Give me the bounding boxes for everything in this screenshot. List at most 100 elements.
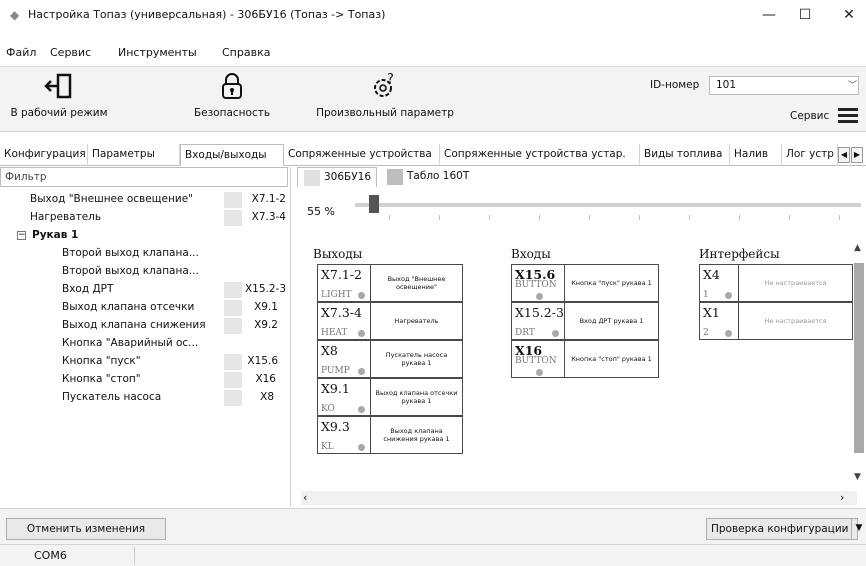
slider-tick bbox=[439, 215, 440, 220]
interface-card[interactable]: X1 2 Не настраивается bbox=[699, 302, 853, 340]
check-config-button[interactable]: Проверка конфигурации bbox=[706, 518, 858, 540]
close-button[interactable]: ✕ bbox=[838, 4, 860, 26]
status-dot bbox=[536, 293, 543, 300]
input-card[interactable]: X15.2-3 DRT Вход ДРТ рукава 1 bbox=[511, 302, 659, 340]
hamburger-menu-icon[interactable] bbox=[838, 108, 858, 126]
tree-item[interactable]: Выход "Внешнее освещение" X7.1-2 bbox=[0, 191, 288, 209]
tree-item-swatch bbox=[224, 282, 242, 298]
status-bar: COM6 bbox=[0, 544, 866, 566]
tab-inputs-outputs[interactable]: Входы/выходы bbox=[180, 144, 284, 166]
tree-item[interactable]: Нагреватель X7.3-4 bbox=[0, 209, 288, 227]
tree-group-label: Рукав 1 bbox=[32, 229, 79, 241]
com-port-status: COM6 bbox=[34, 549, 67, 562]
pin-function: BUTTON bbox=[515, 280, 557, 290]
tree-item[interactable]: Выход клапана отсечки X9.1 bbox=[0, 299, 288, 317]
gear-question-icon: ? bbox=[374, 72, 394, 97]
tab-filling[interactable]: Налив bbox=[730, 144, 782, 166]
status-dot bbox=[358, 368, 365, 375]
window-title: Настройка Топаз (универсальная) - 306БУ1… bbox=[28, 8, 386, 21]
tree-item[interactable]: Второй выход клапана... bbox=[0, 263, 288, 281]
status-divider bbox=[134, 547, 135, 565]
status-dot bbox=[536, 369, 543, 376]
tab-board-306bu16-label: 306БУ16 bbox=[324, 171, 372, 183]
slider-tick bbox=[689, 215, 690, 220]
filter-input[interactable]: Фильтр bbox=[0, 167, 288, 187]
output-card[interactable]: X9.1 KO Выход клапана отсечки рукава 1 bbox=[317, 378, 463, 416]
tree-item[interactable]: Пускатель насоса X8 bbox=[0, 389, 288, 407]
id-number-label: ID-номер bbox=[650, 79, 700, 91]
slider-tick bbox=[639, 215, 640, 220]
io-tree-panel: Фильтр Выход "Внешнее освещение" X7.1-2 … bbox=[0, 167, 288, 507]
menu-bar: Файл Сервис Инструменты Справка bbox=[0, 46, 866, 64]
pin-description: Пускатель насоса рукава 1 bbox=[385, 350, 448, 367]
tab-board-display-160t-label: Табло 160Т bbox=[407, 170, 470, 182]
zoom-slider-thumb[interactable] bbox=[369, 195, 379, 213]
scroll-up-icon[interactable]: ▲ bbox=[854, 243, 861, 253]
collapse-icon[interactable]: − bbox=[17, 231, 26, 240]
pin-description: Вход ДРТ рукава 1 bbox=[579, 316, 644, 325]
tab-configuration[interactable]: Конфигурация bbox=[0, 144, 88, 166]
tree-item[interactable]: Кнопка "Аварийный ос... bbox=[0, 335, 288, 353]
tab-paired-devices-legacy[interactable]: Сопряженные устройства устар. bbox=[440, 144, 640, 166]
tab-scroll-right-icon[interactable]: ▶ bbox=[851, 147, 863, 163]
slider-tick bbox=[739, 215, 740, 220]
scroll-down-icon[interactable]: ▼ bbox=[854, 472, 861, 482]
tree-item[interactable]: Вход ДРТ X15.2-3 bbox=[0, 281, 288, 299]
output-card[interactable]: X9.3 KL Выход клапана снижения рукава 1 bbox=[317, 416, 463, 454]
menu-tools[interactable]: Инструменты bbox=[118, 46, 197, 59]
tree-item-swatch bbox=[224, 390, 242, 406]
tab-fuel-types[interactable]: Виды топлива bbox=[640, 144, 730, 166]
id-number-select[interactable]: 101 bbox=[709, 76, 859, 95]
tree-item-label: Кнопка "Аварийный ос... bbox=[62, 337, 199, 349]
pin-code: X1 bbox=[703, 305, 720, 320]
tree-item[interactable]: Кнопка "пуск" X15.6 bbox=[0, 353, 288, 371]
interface-card[interactable]: X4 1 Не настраивается bbox=[699, 264, 853, 302]
tab-board-display-160t[interactable]: Табло 160Т bbox=[381, 167, 483, 187]
minimize-button[interactable]: — bbox=[758, 4, 780, 26]
menu-file[interactable]: Файл bbox=[6, 46, 36, 59]
tree-item[interactable]: Выход клапана снижения X9.2 bbox=[0, 317, 288, 335]
input-card[interactable]: X15.6 BUTTON Кнопка "пуск" рукава 1 bbox=[511, 264, 659, 302]
pin-code: X8 bbox=[321, 343, 338, 358]
tree-item-swatch bbox=[224, 210, 242, 226]
action-bar: Отменить изменения Проверка конфигурации… bbox=[0, 508, 866, 544]
tree-item[interactable]: Второй выход клапана... bbox=[0, 245, 288, 263]
input-card[interactable]: X16 BUTTON Кнопка "стоп" рукава 1 bbox=[511, 340, 659, 378]
output-card[interactable]: X8 PUMP Пускатель насоса рукава 1 bbox=[317, 340, 463, 378]
tab-scroll-left-icon[interactable]: ◀ bbox=[838, 147, 850, 163]
tree-item-swatch bbox=[224, 354, 242, 370]
arbitrary-param-button[interactable]: ? Произвольный параметр bbox=[310, 71, 460, 129]
tab-parameters[interactable]: Параметры bbox=[88, 144, 180, 166]
dropdown-arrow-icon[interactable]: ▼ bbox=[851, 518, 866, 540]
cancel-changes-button[interactable]: Отменить изменения bbox=[6, 518, 166, 540]
tree-group[interactable]: − Рукав 1 bbox=[0, 227, 288, 245]
tab-board-306bu16[interactable]: 306БУ16 bbox=[297, 167, 377, 187]
pin-code: X9.3 bbox=[321, 419, 350, 434]
scroll-left-icon[interactable]: ‹ bbox=[303, 491, 307, 504]
menu-service[interactable]: Сервис bbox=[50, 46, 91, 59]
zoom-slider-track[interactable] bbox=[355, 203, 861, 207]
service-label: Сервис bbox=[790, 110, 830, 122]
pin-description: Выход клапана снижения рукава 1 bbox=[383, 426, 450, 443]
work-mode-button[interactable]: В рабочий режим bbox=[4, 71, 114, 129]
chevron-down-icon[interactable]: ﹀ bbox=[848, 78, 857, 91]
scroll-right-icon[interactable]: › bbox=[840, 491, 844, 504]
tab-paired-devices[interactable]: Сопряженные устройства bbox=[284, 144, 440, 166]
status-dot bbox=[552, 330, 559, 337]
tree-item-label: Выход "Внешнее освещение" bbox=[30, 193, 193, 205]
tree-item-pin: X15.6 bbox=[247, 355, 278, 367]
output-card[interactable]: X7.1-2 LIGHT Выход "Внешнее освещение" bbox=[317, 264, 463, 302]
tree-item-label: Второй выход клапана... bbox=[62, 247, 199, 259]
maximize-button[interactable]: ☐ bbox=[794, 4, 816, 26]
menu-help[interactable]: Справка bbox=[222, 46, 270, 59]
pin-description: Не настраивается bbox=[764, 278, 827, 287]
pin-code: X9.1 bbox=[321, 381, 350, 396]
horizontal-scrollbar[interactable] bbox=[301, 491, 857, 505]
vertical-scroll-thumb[interactable] bbox=[854, 263, 864, 453]
tree-item[interactable]: Кнопка "стоп" X16 bbox=[0, 371, 288, 389]
output-card[interactable]: X7.3-4 HEAT Нагреватель bbox=[317, 302, 463, 340]
tree-item-pin: X15.2-3 bbox=[244, 283, 286, 295]
tab-device-log[interactable]: Лог устр bbox=[782, 144, 838, 166]
security-button[interactable]: Безопасность bbox=[184, 71, 280, 129]
outputs-title: Выходы bbox=[313, 247, 363, 261]
